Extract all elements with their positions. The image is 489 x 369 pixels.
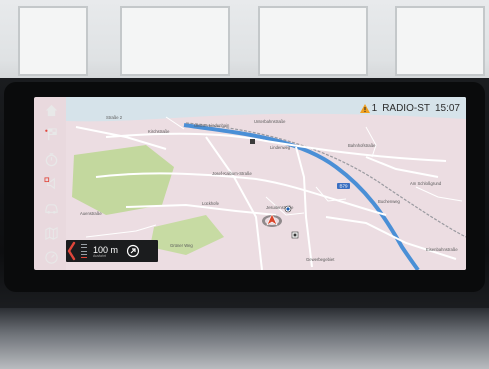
map-street-label: Auenstraße xyxy=(80,211,102,216)
sidebar-item-home[interactable] xyxy=(40,99,62,121)
poi-marker[interactable] xyxy=(291,231,299,239)
map-street-label: Josef-Kaiburn-Straße xyxy=(212,171,252,176)
turn-left-arrow-icon xyxy=(66,240,78,262)
sidebar xyxy=(36,98,66,270)
window-pane xyxy=(395,6,485,76)
window-pane xyxy=(120,6,230,76)
warning-icon xyxy=(359,103,370,113)
dashboard-trim xyxy=(0,308,489,369)
sidebar-item-vehicle[interactable] xyxy=(40,198,62,220)
status-bar: 1 RADIO-ST 15:07 xyxy=(359,102,460,114)
sidebar-item-media[interactable] xyxy=(40,173,62,195)
map-street-label: Eisenbahnstraße xyxy=(426,247,458,252)
speedometer-icon xyxy=(44,251,58,264)
home-icon xyxy=(45,104,57,116)
map-street-label: Gewerbegebiet xyxy=(306,257,335,262)
distance-bar-icon xyxy=(78,242,90,260)
map-icon xyxy=(44,226,58,240)
map-street-label: Lindenweg xyxy=(270,145,291,150)
turn-guidance[interactable]: 100 m Ausfahrt xyxy=(66,240,158,262)
guidance-distance: 100 m Ausfahrt xyxy=(93,244,119,258)
clock: 15:07 xyxy=(434,102,460,114)
poi-marker[interactable] xyxy=(284,205,292,213)
map-street-label: Bahnhofstraße xyxy=(348,143,376,148)
navigation-screen: Straße 2 Kirchstraße Unterm Lindenhain U… xyxy=(34,97,466,270)
audio-source[interactable]: RADIO-ST xyxy=(382,103,430,114)
sidebar-item-map[interactable] xyxy=(40,222,62,244)
map-district-label: Lückhofe xyxy=(202,201,220,206)
timer-icon xyxy=(45,153,57,167)
map-street-label: Kirchstraße xyxy=(148,129,170,134)
destination-flag-icon xyxy=(44,128,57,141)
map-street-label: Unterbahnstraße xyxy=(254,119,286,124)
car-icon xyxy=(44,204,58,214)
map-street-label: Buchenweg xyxy=(378,199,401,204)
sidebar-item-timer[interactable] xyxy=(40,148,62,170)
poi-marker[interactable] xyxy=(250,139,255,144)
park-area xyxy=(72,145,174,215)
svg-text:B79: B79 xyxy=(339,184,348,189)
traffic-warning[interactable]: 1 xyxy=(359,102,378,114)
window-pane xyxy=(258,6,368,76)
highway-badge: B79 xyxy=(337,183,350,189)
map-street-label: Grüner Weg xyxy=(170,243,193,248)
lane-assist-icon xyxy=(126,244,140,258)
sidebar-item-navigation[interactable] xyxy=(40,124,62,146)
map-street-label: Unterm Lindenhain xyxy=(194,123,230,128)
audio-icon xyxy=(44,177,55,190)
sidebar-item-settings[interactable] xyxy=(40,247,62,269)
warning-count: 1 xyxy=(371,102,378,114)
window-pane xyxy=(18,6,88,76)
map-street-label: Straße 2 xyxy=(106,115,123,120)
map-street-label: Am Schloßgrund xyxy=(410,181,442,186)
